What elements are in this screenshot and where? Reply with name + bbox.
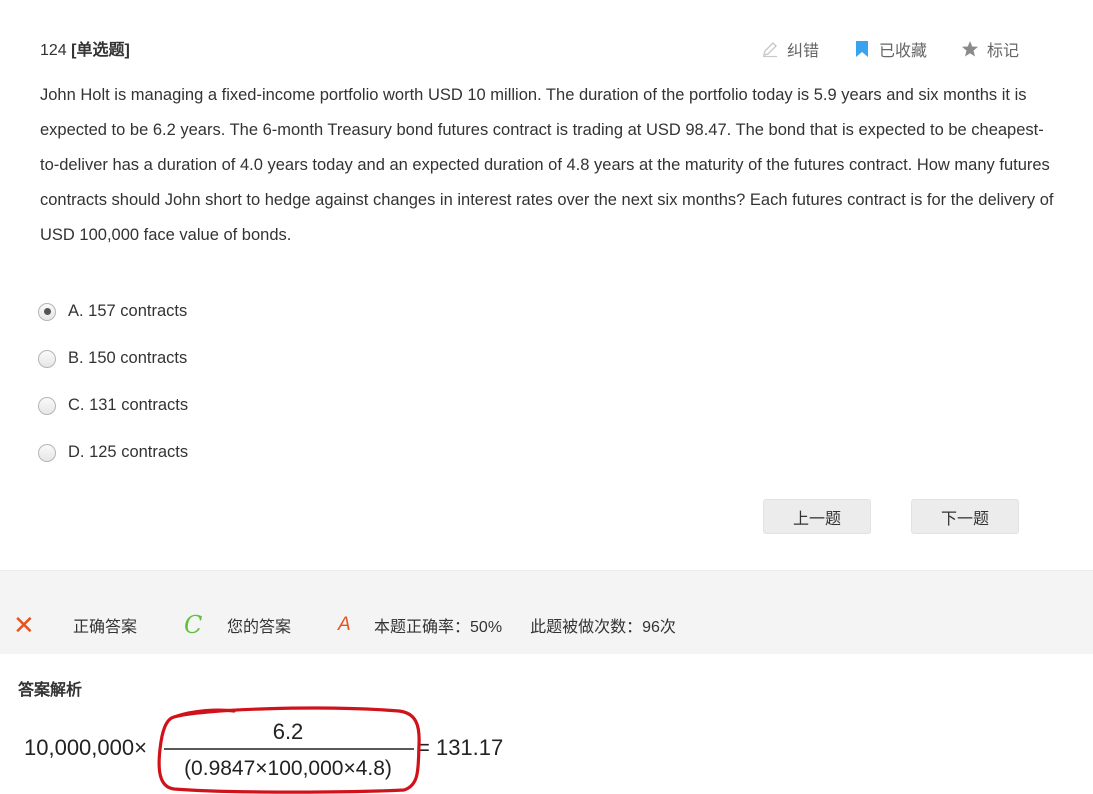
formula-denominator: (0.9847×100,000×4.8) bbox=[184, 757, 392, 780]
section-divider bbox=[0, 570, 1093, 596]
option-d[interactable]: D. 125 contracts bbox=[38, 429, 188, 476]
next-question-button[interactable]: 下一题 bbox=[911, 499, 1019, 534]
your-answer-value: A bbox=[338, 614, 351, 635]
question-stem: John Holt is managing a fixed-income por… bbox=[40, 86, 1054, 244]
option-b[interactable]: B. 150 contracts bbox=[38, 335, 188, 382]
option-a[interactable]: A. 157 contracts bbox=[38, 288, 188, 335]
formula-image: 10,000,000× 6.2 (0.9847×100,000×4.8) = 1… bbox=[24, 705, 524, 794]
star-icon bbox=[961, 41, 978, 57]
question-type: [单选题] bbox=[71, 42, 130, 59]
question-actions: 纠错 已收藏 标记 bbox=[761, 37, 1019, 61]
your-answer-label: 您的答案 bbox=[227, 619, 292, 636]
attempts-text: 此题被做次数：96次 bbox=[530, 619, 676, 636]
pencil-icon bbox=[762, 42, 777, 58]
mark-button[interactable]: 标记 bbox=[961, 37, 1019, 61]
accuracy-text: 本题正确率：50% bbox=[374, 619, 503, 636]
question-header: 124 [单选题] bbox=[40, 36, 130, 60]
report-error-button[interactable]: 纠错 bbox=[761, 37, 819, 61]
formula-multiplier: 10,000,000× bbox=[24, 735, 147, 760]
option-b-label: B. 150 contracts bbox=[68, 349, 188, 367]
result-bar: ✕ 正确答案 C 您的答案 A 本题正确率：50% 此题被做次数：96次 bbox=[0, 596, 1093, 654]
wrong-icon: ✕ bbox=[13, 609, 35, 640]
option-c[interactable]: C. 131 contracts bbox=[38, 382, 188, 429]
bookmark-icon bbox=[855, 41, 868, 57]
mark-label: 标记 bbox=[986, 43, 1019, 60]
radio-b[interactable] bbox=[38, 349, 56, 368]
options-list: A. 157 contracts B. 150 contracts C. 131… bbox=[38, 288, 188, 476]
option-a-label: A. 157 contracts bbox=[68, 302, 188, 320]
favorite-button[interactable]: 已收藏 bbox=[853, 37, 927, 61]
correct-answer-value: C bbox=[184, 611, 203, 639]
formula-svg: 10,000,000× 6.2 (0.9847×100,000×4.8) = 1… bbox=[24, 706, 503, 794]
option-c-label: C. 131 contracts bbox=[68, 396, 189, 414]
option-d-label: D. 125 contracts bbox=[68, 443, 189, 461]
radio-a[interactable] bbox=[38, 302, 56, 321]
formula-numerator: 6.2 bbox=[273, 719, 304, 744]
radio-c[interactable] bbox=[38, 396, 56, 415]
favorite-label: 已收藏 bbox=[878, 43, 927, 60]
formula-result: = 131.17 bbox=[417, 735, 503, 760]
radio-d[interactable] bbox=[38, 443, 56, 462]
correct-answer-label: 正确答案 bbox=[73, 619, 138, 636]
analysis-title: 答案解析 bbox=[18, 682, 83, 699]
question-number: 124 bbox=[40, 42, 67, 59]
report-error-label: 纠错 bbox=[786, 43, 819, 60]
prev-question-button[interactable]: 上一题 bbox=[763, 499, 871, 534]
